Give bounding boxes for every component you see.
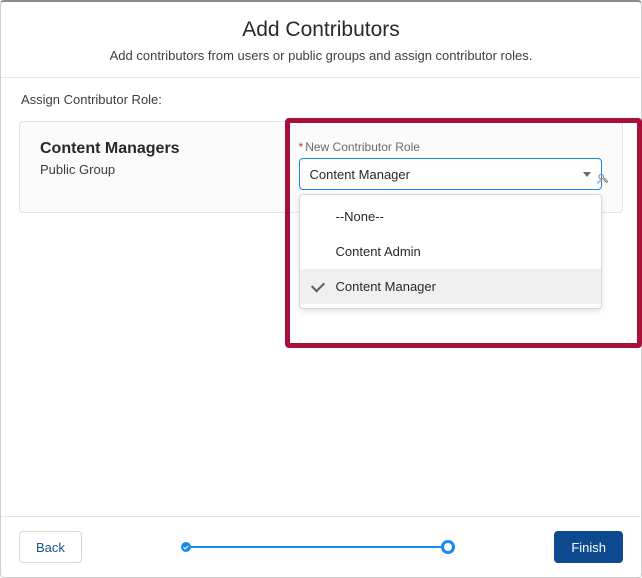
progress-step-1 <box>181 542 191 552</box>
modal-subtitle: Add contributors from users or public gr… <box>21 48 621 63</box>
role-field-label: *New Contributor Role <box>299 140 602 154</box>
option-label: --None-- <box>336 209 384 224</box>
add-contributors-modal: Add Contributors Add contributors from u… <box>0 0 642 578</box>
role-option-admin[interactable]: Content Admin <box>300 234 601 269</box>
group-name: Content Managers <box>40 140 299 158</box>
contributor-card: Content Managers Public Group *New Contr… <box>19 121 623 213</box>
progress-line <box>191 546 441 548</box>
option-label: Content Manager <box>336 279 436 294</box>
card-left: Content Managers Public Group <box>40 140 299 190</box>
role-dropdown: --None-- Content Admin Content Manager <box>299 194 602 309</box>
chevron-down-icon <box>583 172 591 177</box>
role-select-value: Content Manager <box>310 167 410 182</box>
edit-contributor-icon[interactable] <box>596 172 610 191</box>
section-label: Assign Contributor Role: <box>21 92 623 107</box>
field-label-text: New Contributor Role <box>305 140 420 154</box>
role-option-manager[interactable]: Content Manager <box>300 269 601 304</box>
back-button[interactable]: Back <box>19 531 82 563</box>
check-icon <box>310 278 324 292</box>
finish-button[interactable]: Finish <box>554 531 623 563</box>
card-right: *New Contributor Role Content Manager --… <box>299 140 602 190</box>
group-type: Public Group <box>40 162 299 177</box>
progress-step-2 <box>441 540 455 554</box>
role-select[interactable]: Content Manager <box>299 158 602 190</box>
progress-indicator <box>82 540 554 554</box>
required-indicator: * <box>299 140 304 154</box>
modal-title: Add Contributors <box>21 18 621 42</box>
modal-footer: Back Finish <box>1 516 641 577</box>
modal-body: Assign Contributor Role: Content Manager… <box>1 78 641 516</box>
modal-header: Add Contributors Add contributors from u… <box>1 2 641 78</box>
role-option-none[interactable]: --None-- <box>300 199 601 234</box>
option-label: Content Admin <box>336 244 421 259</box>
